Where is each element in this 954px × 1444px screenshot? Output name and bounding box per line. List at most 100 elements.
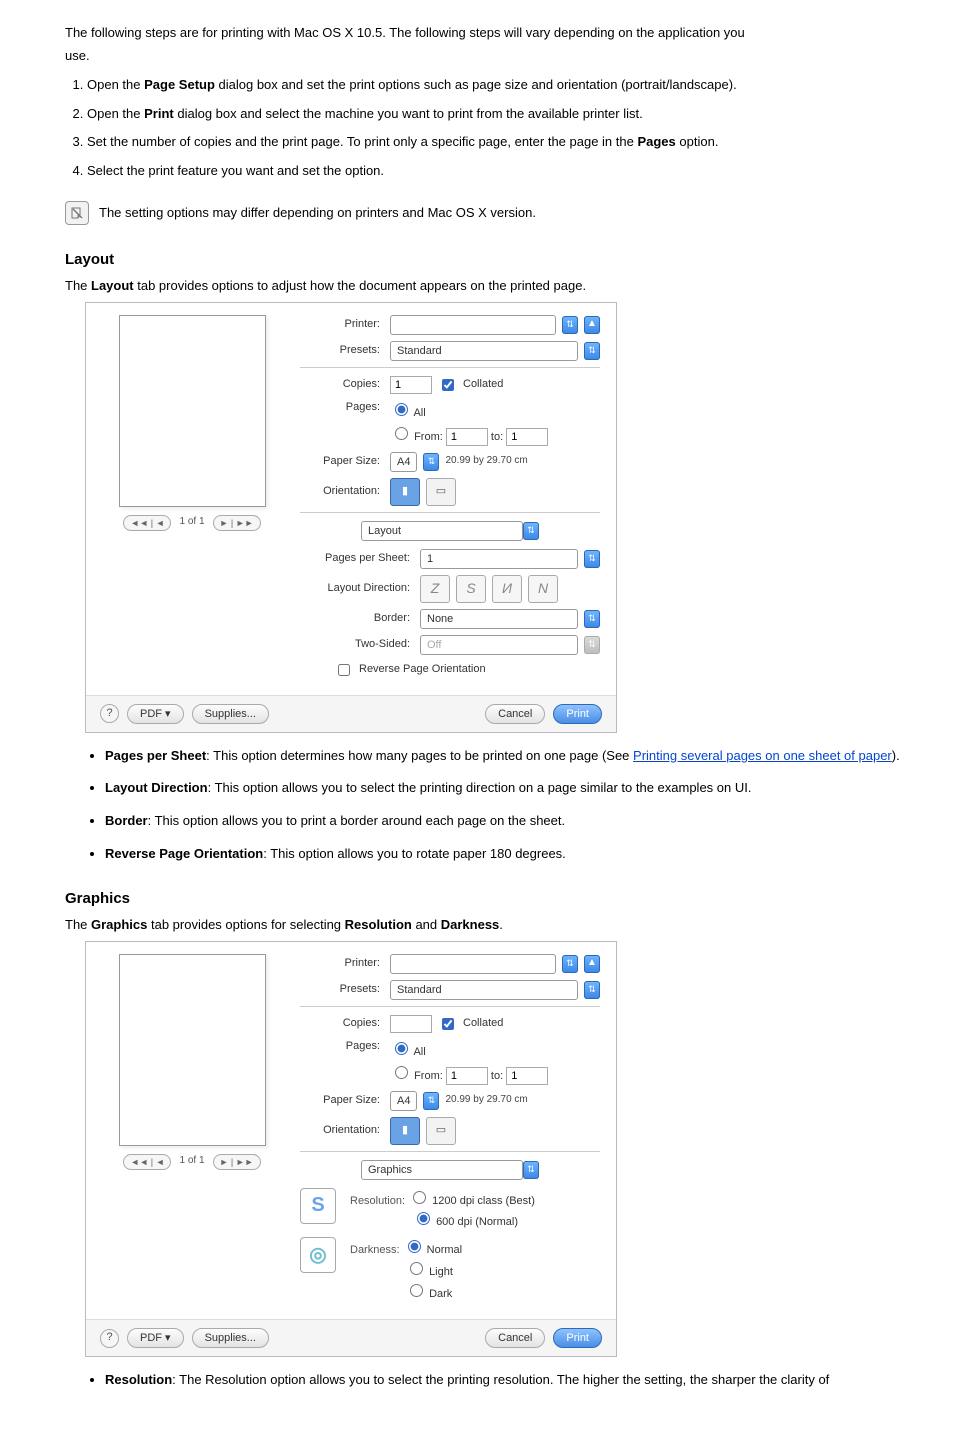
preview-next-2[interactable]: ► | ►► [213, 1154, 261, 1170]
papersize-select-2[interactable]: A4 [390, 1091, 417, 1111]
printer-select-2[interactable] [390, 954, 556, 974]
pps-arrows-icon[interactable]: ⇅ [584, 550, 600, 568]
to-input[interactable] [506, 428, 548, 446]
pages-to-label: to: [491, 431, 503, 443]
layout-dir-4[interactable]: N [528, 575, 558, 603]
layout-dir-2[interactable]: S [456, 575, 486, 603]
orientation-portrait-button[interactable]: ▮ [390, 478, 420, 506]
preview-next[interactable]: ► | ►► [213, 515, 261, 531]
from-input[interactable] [446, 428, 488, 446]
supplies-button[interactable]: Supplies... [192, 704, 269, 724]
pages-label-2: Pages: [300, 1039, 380, 1055]
bullet-lyd-text: : This option allows you to select the p… [208, 780, 752, 795]
presets-select[interactable]: Standard [390, 341, 578, 361]
papersize-label-2: Paper Size: [300, 1093, 380, 1109]
print-dialog-layout: ◄◄ | ◄ 1 of 1 ► | ►► Printer: ⇅ ▲ Preset… [85, 302, 617, 733]
resolution-600-label: 600 dpi (Normal) [436, 1216, 518, 1228]
panel-section-arrows-icon[interactable]: ⇅ [523, 522, 539, 540]
help-button[interactable]: ? [100, 704, 119, 723]
preview-page-indicator: 1 of 1 [179, 515, 204, 530]
pages-from-radio[interactable] [395, 427, 408, 440]
to-input-2[interactable] [506, 1067, 548, 1085]
presets-label: Presets: [300, 343, 380, 359]
printer-select[interactable] [390, 315, 556, 335]
pages-from-radio-2[interactable] [395, 1066, 408, 1079]
printer-info-button[interactable]: ▲ [584, 316, 600, 334]
resolution-600-radio[interactable] [417, 1212, 430, 1225]
pdf-menu-button[interactable]: PDF ▾ [127, 704, 184, 724]
papersize-arrows-icon[interactable]: ⇅ [423, 453, 439, 471]
pps-link[interactable]: Printing several pages on one sheet of p… [633, 748, 892, 763]
darkness-dark-radio[interactable] [410, 1284, 423, 1297]
darkness-label: Darkness: [350, 1244, 400, 1256]
step2-a: Open the [87, 106, 144, 121]
copies-input[interactable] [390, 376, 432, 394]
bullet-reverse-text: : This option allows you to rotate paper… [263, 846, 566, 861]
bullet-resolution-title: Resolution [105, 1372, 172, 1387]
pages-all-radio-2[interactable] [395, 1042, 408, 1055]
to-label-2: to: [491, 1070, 503, 1082]
darkness-normal-radio[interactable] [408, 1240, 421, 1253]
step4: Select the print feature you want and se… [87, 163, 384, 178]
step3-c: option. [676, 134, 719, 149]
presets-label-2: Presets: [300, 982, 380, 998]
preview-page-indicator-2: 1 of 1 [179, 1154, 204, 1169]
graphics-intro-a: The [65, 917, 91, 932]
layout-dir-3[interactable]: И [492, 575, 522, 603]
darkness-light-radio[interactable] [410, 1262, 423, 1275]
copies-label-2: Copies: [300, 1016, 380, 1032]
resolution-label: Resolution: [350, 1195, 405, 1207]
printer-arrows-2-icon[interactable]: ⇅ [562, 955, 578, 973]
cancel-button[interactable]: Cancel [485, 704, 545, 724]
collated-checkbox[interactable] [442, 379, 454, 391]
collated-label-2: Collated [463, 1016, 503, 1032]
paper-dimensions-2: 20.99 by 29.70 cm [445, 1093, 527, 1108]
graphics-intro-e: and [412, 917, 441, 932]
printer-info-button-2[interactable]: ▲ [584, 955, 600, 973]
from-input-2[interactable] [446, 1067, 488, 1085]
layout-dir-1[interactable]: Z [420, 575, 450, 603]
border-label: Border: [300, 611, 410, 627]
reverse-orientation-checkbox[interactable] [338, 664, 350, 676]
border-select[interactable]: None [420, 609, 578, 629]
note-icon [65, 201, 89, 225]
panel-section-arrows-2-icon[interactable]: ⇅ [523, 1161, 539, 1179]
collated-checkbox-2[interactable] [442, 1018, 454, 1030]
papersize-arrows-2-icon[interactable]: ⇅ [423, 1092, 439, 1110]
bullet-pps-text: : This option determines how many pages … [206, 748, 633, 763]
orientation-landscape-button[interactable]: ▭ [426, 478, 456, 506]
print-button[interactable]: Print [553, 704, 602, 724]
intro-line-2: use. [65, 47, 904, 66]
pdf-menu-button-2[interactable]: PDF ▾ [127, 1328, 184, 1348]
panel-section-select-2[interactable]: Graphics [361, 1160, 523, 1180]
bullet-reverse-title: Reverse Page Orientation [105, 846, 263, 861]
preview-prev[interactable]: ◄◄ | ◄ [123, 515, 171, 531]
resolution-1200-label: 1200 dpi class (Best) [432, 1195, 535, 1207]
preview-prev-2[interactable]: ◄◄ | ◄ [123, 1154, 171, 1170]
orientation-portrait-2[interactable]: ▮ [390, 1117, 420, 1145]
orientation-landscape-2[interactable]: ▭ [426, 1117, 456, 1145]
darkness-tile-icon: ◎ [300, 1237, 336, 1273]
layout-intro-c: tab provides options to adjust how the d… [134, 278, 586, 293]
orientation-label: Orientation: [300, 484, 380, 500]
presets-arrows-2-icon[interactable]: ⇅ [584, 981, 600, 999]
pages-per-sheet-label: Pages per Sheet: [300, 551, 410, 567]
print-preview [119, 315, 266, 507]
resolution-1200-radio[interactable] [413, 1191, 426, 1204]
paper-dimensions: 20.99 by 29.70 cm [445, 454, 527, 469]
papersize-select[interactable]: A4 [390, 452, 417, 472]
presets-select-2[interactable]: Standard [390, 980, 578, 1000]
panel-section-select[interactable]: Layout [361, 521, 523, 541]
help-button-2[interactable]: ? [100, 1329, 119, 1348]
presets-arrows-icon[interactable]: ⇅ [584, 342, 600, 360]
pages-per-sheet-select[interactable]: 1 [420, 549, 578, 569]
border-arrows-icon[interactable]: ⇅ [584, 610, 600, 628]
print-button-2[interactable]: Print [553, 1328, 602, 1348]
pages-all-radio[interactable] [395, 403, 408, 416]
pages-from-label: From: [414, 431, 443, 443]
cancel-button-2[interactable]: Cancel [485, 1328, 545, 1348]
printer-select-arrows-icon[interactable]: ⇅ [562, 316, 578, 334]
copies-input-2[interactable] [390, 1015, 432, 1033]
section-graphics-title: Graphics [65, 888, 904, 910]
supplies-button-2[interactable]: Supplies... [192, 1328, 269, 1348]
